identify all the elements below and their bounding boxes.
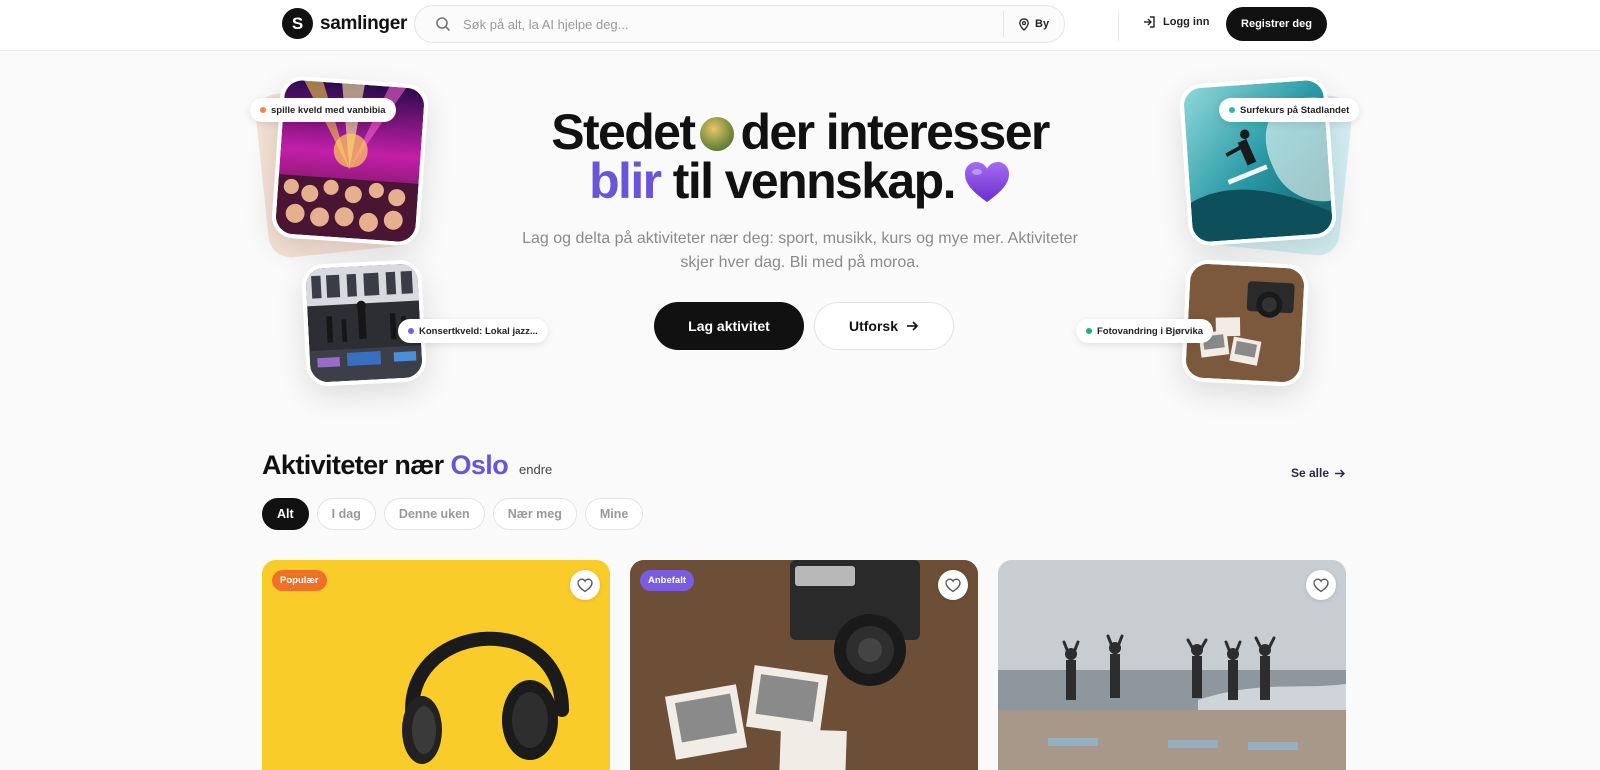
- arrow-right-icon: [1335, 468, 1345, 478]
- purple-heart-icon: [964, 162, 1009, 202]
- register-button[interactable]: Registrer deg: [1226, 7, 1327, 41]
- tag-label: Fotovandring i Bjørvika: [1097, 325, 1204, 337]
- logo[interactable]: S samlinger: [282, 8, 407, 39]
- beach-yoga-image: [998, 560, 1346, 770]
- section-city: Oslo: [450, 450, 509, 480]
- globe-emoji-icon: [700, 117, 735, 151]
- city-label: By: [1035, 18, 1050, 30]
- top-nav: S samlinger By Logg inn Registrer deg: [0, 0, 1600, 51]
- camera-image: [630, 560, 978, 770]
- arrow-right-icon: [907, 321, 918, 331]
- search-icon: [436, 17, 450, 31]
- tag-dot: [408, 328, 414, 334]
- filter-chip-alt[interactable]: Alt: [262, 498, 309, 530]
- recommended-badge: Anbefalt: [640, 570, 694, 591]
- search-bar: By: [414, 5, 1065, 43]
- hero-title-part3: til vennskap.: [672, 153, 957, 209]
- floating-tag-2[interactable]: Konsertkveld: Lokal jazz...: [398, 319, 548, 343]
- filter-chip-near-me[interactable]: Nær meg: [492, 498, 577, 530]
- activity-card[interactable]: Anbefalt: [630, 560, 978, 770]
- filter-chip-this-week[interactable]: Denne uken: [383, 498, 485, 530]
- login-button[interactable]: Logg inn: [1142, 15, 1209, 29]
- hero-title-accent: blir: [589, 153, 662, 209]
- activity-card[interactable]: [998, 560, 1346, 770]
- headphones-image: [262, 560, 610, 770]
- heart-outline-icon: [1313, 578, 1329, 592]
- popular-badge: Populær: [272, 570, 327, 591]
- tag-dot: [1086, 328, 1092, 334]
- heart-outline-icon: [945, 578, 961, 592]
- login-label: Logg inn: [1163, 16, 1210, 28]
- login-icon: [1144, 16, 1155, 28]
- logo-mark: S: [282, 8, 313, 39]
- favorite-button[interactable]: [1306, 570, 1336, 600]
- tag-label: Konsertkveld: Lokal jazz...: [419, 325, 538, 337]
- explore-button[interactable]: Utforsk: [814, 302, 954, 350]
- see-all-label: Se alle: [1291, 466, 1330, 480]
- activity-card[interactable]: Populær: [262, 560, 610, 770]
- filter-chips: Alt I dag Denne uken Nær meg Mine: [262, 498, 644, 530]
- change-city-link[interactable]: endre: [519, 462, 552, 477]
- hero-title-part2: der interesser: [740, 104, 1050, 160]
- heart-outline-icon: [577, 578, 593, 592]
- filter-chip-today[interactable]: I dag: [316, 498, 376, 530]
- header-divider: [1118, 10, 1119, 41]
- section-title: Aktiviteter nær Oslo endre: [262, 450, 552, 481]
- hero-title-part1: Stedet: [551, 104, 696, 160]
- city-selector-button[interactable]: By: [1004, 17, 1063, 31]
- favorite-button[interactable]: [938, 570, 968, 600]
- see-all-link[interactable]: Se alle: [1291, 466, 1346, 480]
- hero-title: Stedet der interesser blir til vennskap.: [0, 107, 1600, 209]
- create-activity-button[interactable]: Lag aktivitet: [654, 302, 804, 350]
- location-pin-icon: [1019, 17, 1029, 31]
- search-input[interactable]: [463, 16, 1003, 32]
- logo-text: samlinger: [320, 12, 408, 34]
- floating-tag-4[interactable]: Fotovandring i Bjørvika: [1076, 319, 1214, 343]
- section-title-text: Aktiviteter nær: [262, 450, 444, 480]
- favorite-button[interactable]: [570, 570, 600, 600]
- hero-subtitle: Lag og delta på aktiviteter nær deg: spo…: [522, 230, 1078, 271]
- filter-chip-mine[interactable]: Mine: [584, 498, 644, 530]
- explore-label: Utforsk: [848, 318, 898, 334]
